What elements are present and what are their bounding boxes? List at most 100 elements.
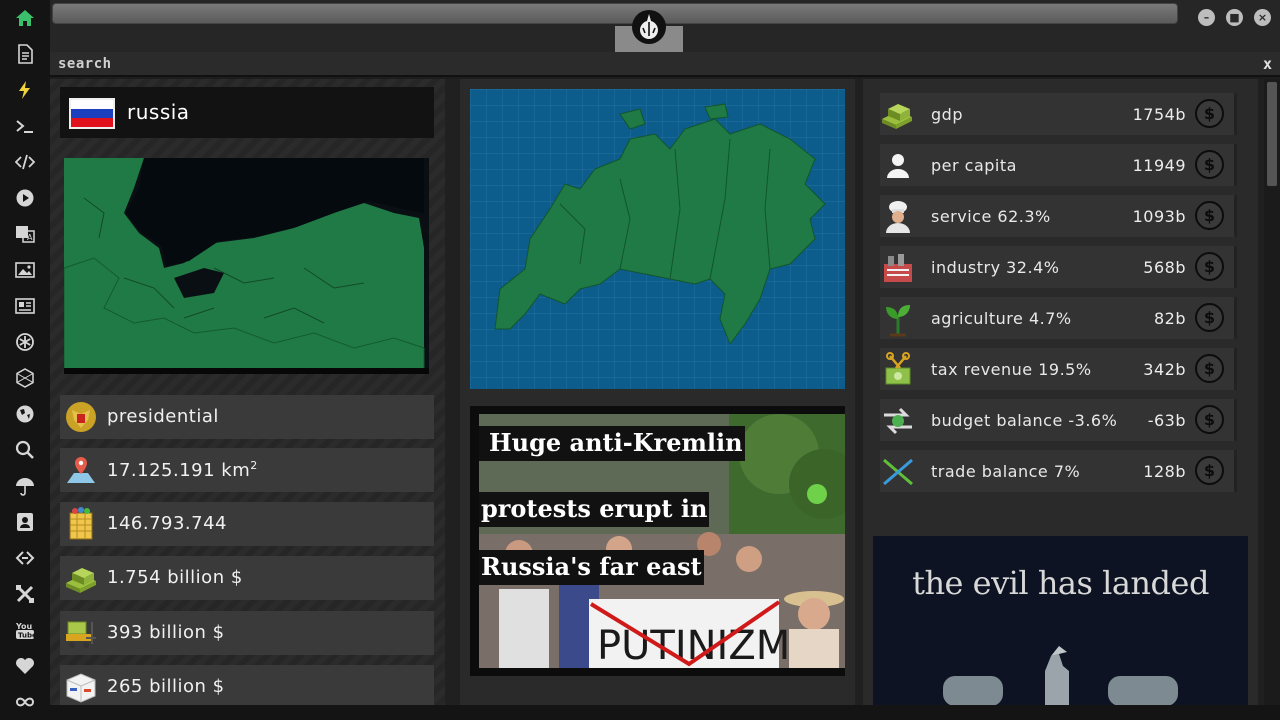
translate-icon[interactable]: A	[13, 222, 37, 246]
svg-text:You: You	[15, 622, 33, 631]
globe-icon[interactable]	[13, 402, 37, 426]
population: 146.793.744	[107, 513, 228, 534]
gdp-total-row: 1.754 billion $	[60, 556, 434, 600]
country-header: russia	[60, 87, 434, 138]
rebel-alliance-icon	[632, 10, 666, 44]
search-bar[interactable]: search x	[50, 52, 1280, 77]
economy-label: industry 32.4%	[931, 258, 1060, 277]
dollar-coin-icon[interactable]: $	[1195, 303, 1224, 332]
news-headline-line-2[interactable]: protests erupt in	[479, 492, 710, 527]
news-card[interactable]: PUTINIZM Huge anti-Kremlin protests erup…	[470, 406, 845, 676]
imports: 265 billion $	[107, 676, 225, 697]
population-icon	[69, 507, 93, 540]
country-column: russia presidential 17.125.191 km2 146.7…	[50, 79, 445, 705]
economy-label: trade balance 7%	[931, 462, 1081, 481]
ad-artwork	[943, 646, 1178, 705]
svg-text:Tube: Tube	[18, 632, 35, 640]
youtube-icon[interactable]: You Tube	[13, 618, 37, 642]
search-close-button[interactable]: x	[1263, 55, 1272, 73]
economy-value: -63b	[1147, 411, 1186, 430]
economy-label: gdp	[931, 105, 963, 124]
economy-value: 1754b	[1132, 105, 1186, 124]
terminal-icon[interactable]	[13, 114, 37, 138]
area-unit-exponent: 2	[250, 459, 258, 472]
minimize-button[interactable]: –	[1198, 9, 1215, 26]
umbrella-icon[interactable]	[13, 474, 37, 498]
news-photo[interactable]: PUTINIZM Huge anti-Kremlin protests erup…	[479, 414, 845, 668]
hexagon-icon[interactable]	[13, 366, 37, 390]
population-row: 146.793.744	[60, 502, 434, 546]
imports-row: 265 billion $	[60, 665, 434, 705]
dollar-coin-icon[interactable]: $	[1195, 405, 1224, 434]
content-area: russia presidential 17.125.191 km2 146.7…	[50, 79, 1280, 705]
left-sidebar: A You Tube	[0, 0, 50, 720]
exports-row: 393 billion $	[60, 611, 434, 655]
economy-row-2: service 62.3% 1093b $	[880, 195, 1237, 237]
lightning-icon[interactable]	[13, 78, 37, 102]
close-button[interactable]: ×	[1254, 9, 1271, 26]
ad-banner[interactable]: the evil has landed	[873, 536, 1248, 705]
dollar-coin-icon[interactable]: $	[1195, 354, 1224, 383]
government-type-row: presidential	[60, 395, 434, 439]
tools-icon[interactable]	[13, 582, 37, 606]
plant-icon	[886, 305, 910, 337]
flag-stripe-blue	[71, 109, 113, 118]
economy-row-6: budget balance -3.6% -63b $	[880, 399, 1237, 441]
economy-row-5: tax revenue 19.5% 342b $	[880, 348, 1237, 390]
code-icon[interactable]	[13, 150, 37, 174]
search-icon[interactable]	[13, 438, 37, 462]
economy-value: 568b	[1143, 258, 1186, 277]
dollar-coin-icon[interactable]: $	[1195, 456, 1224, 485]
maximize-button[interactable]: ■	[1226, 9, 1243, 26]
economy-value: 82b	[1153, 309, 1186, 328]
settings-icon[interactable]	[13, 330, 37, 354]
title-bar: – ■ ×	[50, 0, 1280, 52]
flag-stripe-red	[71, 118, 113, 127]
search-label[interactable]: search	[58, 56, 112, 72]
dollar-coin-icon[interactable]: $	[1195, 99, 1224, 128]
infinity-icon[interactable]	[13, 690, 37, 714]
economy-label: service 62.3%	[931, 207, 1051, 226]
media-column: PUTINIZM Huge anti-Kremlin protests erup…	[460, 79, 855, 705]
app-window: A You Tube – ■ × search x russia preside…	[0, 0, 1280, 720]
home-icon[interactable]	[13, 6, 37, 30]
economy-label: per capita	[931, 156, 1017, 175]
document-icon[interactable]	[13, 42, 37, 66]
economy-value: 128b	[1143, 462, 1186, 481]
person-icon	[887, 154, 909, 178]
emblem-icon	[66, 402, 96, 432]
factory-icon	[884, 254, 912, 282]
country-flag	[69, 98, 115, 129]
vertical-scrollbar[interactable]	[1264, 79, 1280, 705]
newspaper-icon[interactable]	[13, 294, 37, 318]
heart-icon[interactable]	[13, 654, 37, 678]
russia-map[interactable]	[470, 89, 845, 389]
economy-label: budget balance -3.6%	[931, 411, 1118, 430]
news-headline-line-3[interactable]: Russia's far east	[479, 550, 704, 585]
news-headline-line-1[interactable]: Huge anti-Kremlin	[479, 426, 745, 461]
scroll-thumb[interactable]	[1267, 82, 1277, 186]
title-field[interactable]	[52, 3, 1178, 24]
country-name: russia	[127, 100, 190, 124]
government-type: presidential	[107, 406, 219, 427]
money-stack-icon	[66, 568, 96, 593]
link-icon[interactable]	[13, 546, 37, 570]
play-icon[interactable]	[13, 186, 37, 210]
svg-text:A: A	[27, 233, 33, 242]
europe-asia-map[interactable]	[63, 158, 429, 375]
russia-map-svg	[470, 89, 845, 389]
area-value: 17.125.191 km	[107, 460, 251, 481]
dollar-coin-icon[interactable]: $	[1195, 201, 1224, 230]
area: 17.125.191 km2	[107, 459, 258, 481]
gdp-total: 1.754 billion $	[107, 567, 243, 588]
economy-column: gdp 1754b $ per capita 11949 $ service 62.3% 10…	[863, 79, 1258, 705]
economy-row-4: agriculture 4.7% 82b $	[880, 297, 1237, 339]
flag-stripe-white	[71, 100, 113, 109]
contact-icon[interactable]	[13, 510, 37, 534]
exchange-icon	[884, 407, 912, 435]
dollar-coin-icon[interactable]: $	[1195, 252, 1224, 281]
dollar-coin-icon[interactable]: $	[1195, 150, 1224, 179]
area-row: 17.125.191 km2	[60, 448, 434, 492]
image-icon[interactable]	[13, 258, 37, 282]
economy-row-7: trade balance 7% 128b $	[880, 450, 1237, 492]
